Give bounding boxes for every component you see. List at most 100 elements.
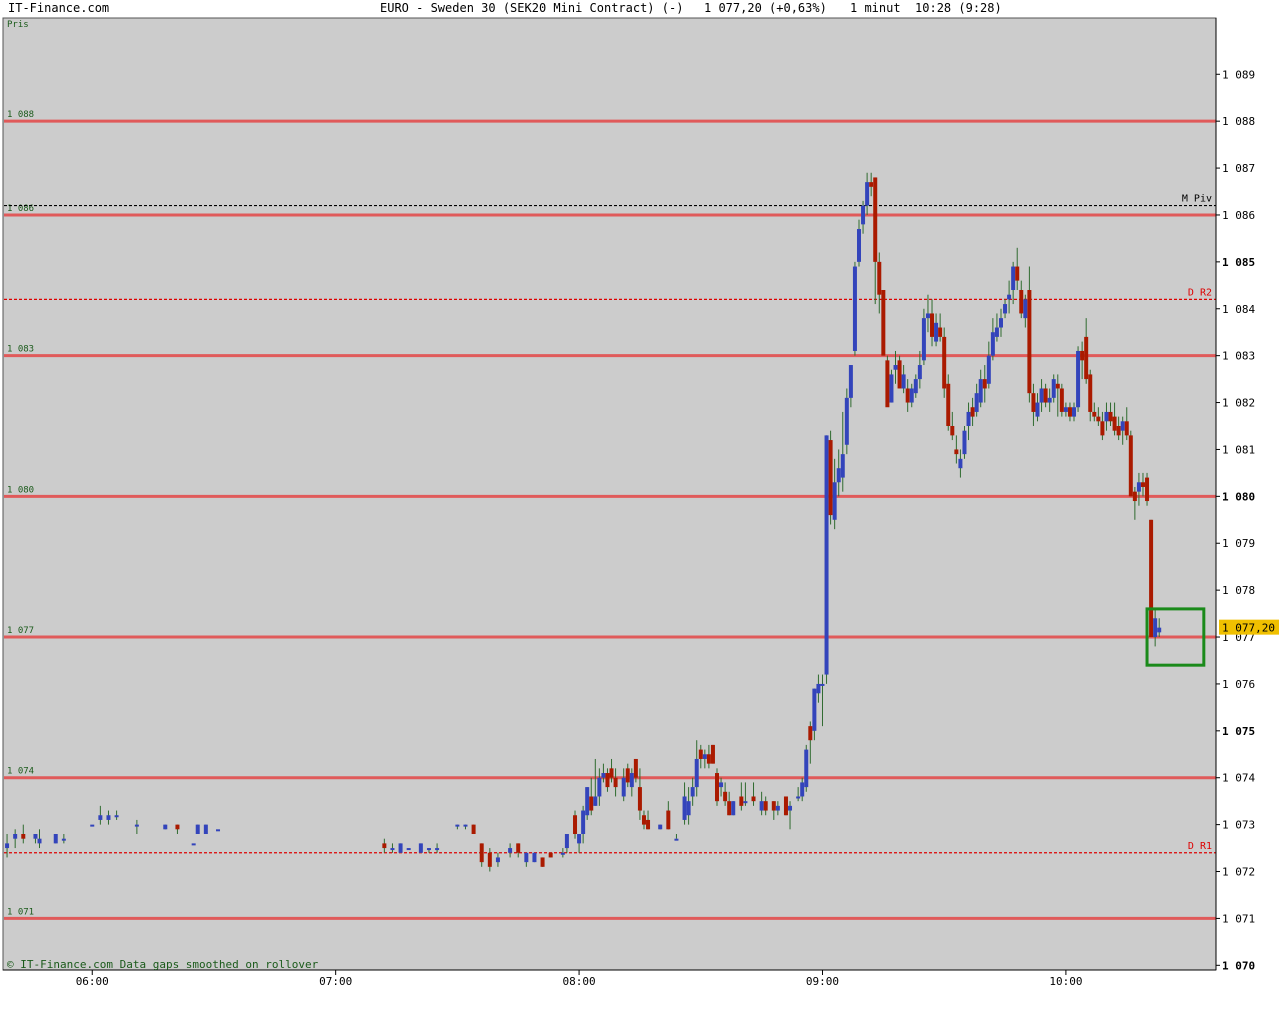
candle-body xyxy=(1104,411,1109,422)
candle-body xyxy=(848,365,853,398)
candle-body xyxy=(573,815,578,834)
candle-body xyxy=(540,857,545,867)
candle-body xyxy=(897,360,902,389)
y-axis-caption: Pris xyxy=(7,20,29,30)
y-tick-label: 1 088 xyxy=(1222,115,1255,128)
candle-body xyxy=(938,327,943,337)
candle-body xyxy=(487,852,492,867)
candle-body xyxy=(1055,383,1060,389)
y-tick-label: 1 080 xyxy=(1222,490,1255,503)
candle-body xyxy=(990,332,995,356)
candle-body xyxy=(471,824,476,834)
candle-body xyxy=(917,365,922,380)
y-tick-label: 1 086 xyxy=(1222,209,1255,222)
candle-body xyxy=(1039,388,1044,403)
candle-body xyxy=(702,754,707,759)
candle-body xyxy=(982,379,987,389)
candle-body xyxy=(524,852,529,863)
candle-body xyxy=(1059,388,1064,412)
candle-body xyxy=(560,852,565,855)
candle-body xyxy=(203,824,208,834)
candle-body xyxy=(925,313,930,319)
pivot-label: M Piv xyxy=(1182,194,1212,205)
candle-body xyxy=(1149,519,1154,638)
candle-body xyxy=(727,801,732,816)
candle-body xyxy=(759,801,764,811)
candle-body xyxy=(195,824,200,834)
candle-body xyxy=(852,266,857,351)
candle-body xyxy=(1153,618,1158,638)
candle-body xyxy=(585,787,590,816)
y-tick-label: 1 085 xyxy=(1222,256,1255,269)
candle-body xyxy=(609,768,614,778)
x-tick-label: 08:00 xyxy=(563,975,596,988)
candle-body xyxy=(114,815,119,818)
candle-body xyxy=(1132,491,1137,502)
price-chart[interactable]: 1 088 1 086 1 083 1 080 1 077 1 074 1 071 M Piv… xyxy=(0,0,1280,1024)
candle-body xyxy=(869,182,874,187)
candle-body xyxy=(731,801,736,816)
candle-body xyxy=(1128,435,1133,497)
candle-body xyxy=(1080,350,1085,361)
candle-body xyxy=(1112,416,1117,431)
candle-body xyxy=(954,449,959,455)
candle-body xyxy=(637,787,642,811)
candle-body xyxy=(905,388,910,403)
candle-body xyxy=(751,796,756,802)
candle-body xyxy=(885,360,890,408)
candle-body xyxy=(877,261,882,295)
candle-body xyxy=(840,454,845,478)
x-tick-label: 06:00 xyxy=(76,975,109,988)
candle-body xyxy=(593,796,598,806)
candle-body xyxy=(816,683,821,694)
y-tick-label: 1 087 xyxy=(1222,162,1255,175)
candle-body xyxy=(796,796,801,799)
candle-body xyxy=(901,374,906,389)
candle-body xyxy=(382,843,387,849)
candle-body xyxy=(719,782,724,788)
y-axis: 1 070 1 071 1 072 1 073 1 074 1 075 1 076 1 077… xyxy=(1215,18,1279,972)
level-label: 1 077 xyxy=(7,626,34,636)
candle-body xyxy=(508,848,513,853)
candle-body xyxy=(613,777,618,788)
candle-body xyxy=(163,824,168,830)
level-label: 1 080 xyxy=(7,485,34,495)
candle-body xyxy=(426,848,431,851)
candle-body xyxy=(739,796,744,806)
candle-body xyxy=(581,810,586,834)
candle-body xyxy=(1136,482,1141,492)
candle-body xyxy=(1035,402,1040,417)
y-tick-label: 1 072 xyxy=(1222,866,1255,879)
candle-body xyxy=(435,848,440,851)
level-label: 1 088 xyxy=(7,110,34,120)
candle-body xyxy=(53,834,58,844)
candle-body xyxy=(771,801,776,811)
candle-body xyxy=(564,834,569,849)
candle-body xyxy=(1047,397,1052,403)
candle-body xyxy=(1027,290,1032,394)
candle-body xyxy=(1015,266,1020,281)
candle-body xyxy=(715,773,720,802)
level-label: 1 074 xyxy=(7,767,34,777)
candle-body xyxy=(986,355,991,384)
candle-body xyxy=(33,834,38,839)
candle-body xyxy=(418,843,423,853)
candle-body xyxy=(974,393,979,412)
candle-body xyxy=(1088,374,1093,412)
candle-body xyxy=(1067,407,1072,417)
candle-body xyxy=(698,749,703,759)
y-tick-label: 1 078 xyxy=(1222,584,1255,597)
candle-body xyxy=(832,482,837,520)
last-price-label: 1 077,20 xyxy=(1222,622,1275,635)
candle-body xyxy=(633,758,638,778)
candle-body xyxy=(589,796,594,811)
candle-body xyxy=(98,815,103,820)
candle-body xyxy=(1031,393,1036,412)
candle-body xyxy=(516,843,521,853)
y-tick-label: 1 081 xyxy=(1222,443,1255,456)
candle-body xyxy=(621,777,626,797)
candle-body xyxy=(998,318,1003,328)
candle-body xyxy=(970,407,975,417)
y-tick-label: 1 075 xyxy=(1222,725,1255,738)
candle-body xyxy=(175,824,180,830)
